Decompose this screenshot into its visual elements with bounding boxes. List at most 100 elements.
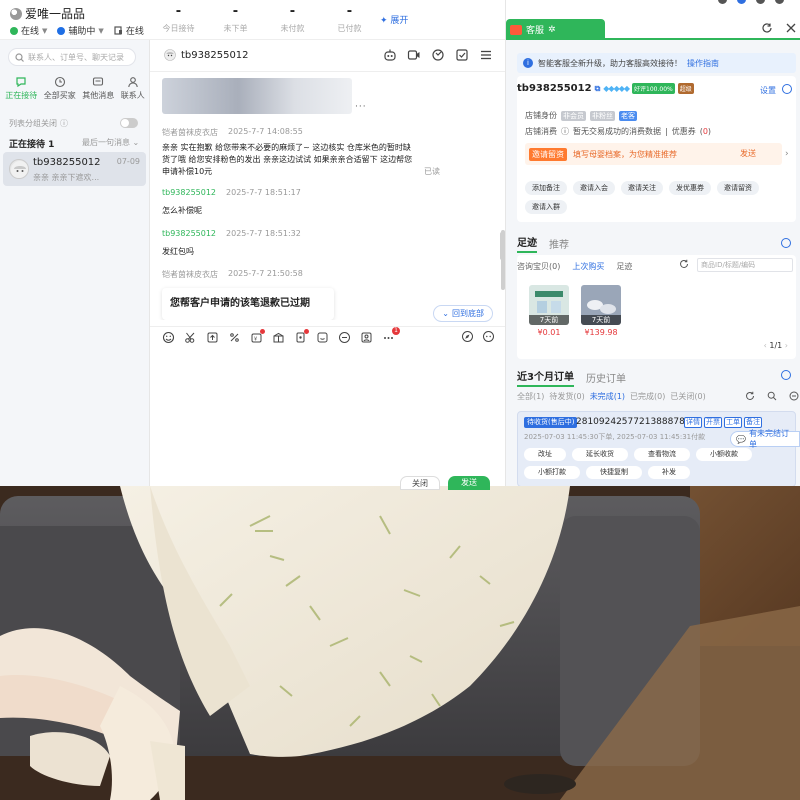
tab-all-buyers[interactable]: 全部买家 — [44, 76, 76, 101]
tab-history-orders[interactable]: 历史订单 — [586, 370, 626, 385]
tab-customer-service[interactable]: 客服 ✲ — [506, 19, 605, 40]
menu-icon[interactable] — [479, 48, 493, 62]
stat-unpaid[interactable]: - 未付款 — [264, 4, 321, 34]
filter-to-ship[interactable]: 待发货(0) — [549, 391, 584, 402]
scissors-icon[interactable] — [184, 331, 197, 344]
device-status[interactable]: 在线 — [114, 24, 144, 37]
filter-closed[interactable]: 已关闭(0) — [670, 391, 705, 402]
refresh-icon[interactable] — [761, 22, 773, 34]
video-icon[interactable] — [407, 48, 421, 62]
window-dot-icon[interactable] — [718, 0, 727, 4]
invite-send-button[interactable]: 发送 — [740, 148, 756, 159]
image-message[interactable] — [162, 78, 352, 114]
window-dot-icon[interactable] — [737, 0, 746, 4]
order-detail-chip[interactable]: 详情 — [684, 417, 702, 428]
upload-icon[interactable] — [206, 331, 219, 344]
tab-contacts[interactable]: 联系人 — [121, 76, 145, 101]
stat-label: 未下单 — [223, 24, 248, 33]
invite-member-button[interactable]: 邀请入会 — [573, 181, 615, 195]
extend-receipt-button[interactable]: 延长收货 — [572, 448, 628, 461]
unfinished-order-tip[interactable]: 💬 有未完结订单 — [730, 429, 800, 449]
product-item[interactable]: 7天前 ¥139.98 — [581, 285, 621, 337]
help-icon: ⓘ — [60, 119, 68, 128]
window-dot-icon[interactable] — [756, 0, 765, 4]
close-button[interactable]: 关闭 — [400, 476, 440, 490]
subtab-consult[interactable]: 咨询宝贝(0) — [517, 261, 560, 272]
collapse-icon[interactable] — [782, 84, 792, 94]
tab-footprint[interactable]: 足迹 — [517, 234, 537, 253]
copy-icon[interactable]: ⧉ — [595, 84, 601, 94]
order-note-chip[interactable]: 备注 — [744, 417, 762, 428]
filter-incomplete[interactable]: 未完成(1) — [590, 391, 625, 402]
refresh-icon[interactable] — [679, 259, 689, 269]
quick-reply-icon[interactable] — [338, 331, 351, 344]
checklist-icon[interactable] — [455, 48, 469, 62]
invite-info-button[interactable]: 邀请留资 — [717, 181, 759, 195]
panel-scrollbar[interactable] — [500, 232, 504, 260]
prev-page-icon[interactable]: ‹ — [764, 341, 767, 350]
back-to-bottom-button[interactable]: ⌄ 回到底部 — [433, 305, 493, 322]
window-dot-icon[interactable] — [775, 0, 784, 4]
filter-completed[interactable]: 已完成(0) — [630, 391, 665, 402]
tab-other-messages[interactable]: 其他消息 — [82, 76, 114, 101]
small-collect-button[interactable]: 小额收款 — [696, 448, 752, 461]
send-coupon-button[interactable]: 发优惠券 — [669, 181, 711, 195]
invite-group-button[interactable]: 邀请入群 — [525, 200, 567, 214]
quick-copy-button[interactable]: 快捷复制 — [586, 466, 642, 479]
order-invoice-chip[interactable]: 开票 — [704, 417, 722, 428]
stat-paid[interactable]: - 已付款 — [321, 4, 378, 34]
coupon-tool[interactable]: ¥ — [250, 329, 265, 344]
tab-receiving[interactable]: 正在接待 — [5, 76, 37, 101]
refresh-icon[interactable] — [745, 391, 755, 401]
more-options-icon[interactable]: ··· — [355, 102, 367, 112]
send-button[interactable]: 发送 — [448, 476, 490, 490]
discount-icon[interactable] — [228, 331, 241, 344]
product-item[interactable]: 7天前 ¥0.01 — [529, 285, 569, 337]
small-pay-button[interactable]: 小额打款 — [524, 466, 580, 479]
tab-recent-orders[interactable]: 近3个月订单 — [517, 368, 574, 387]
sort-selector[interactable]: 最后一句消息 ⌄ — [82, 137, 139, 148]
reship-button[interactable]: 补发 — [648, 466, 690, 479]
settings-link[interactable]: 设置 — [760, 85, 776, 96]
tab-recommend[interactable]: 推荐 — [549, 236, 569, 251]
invite-follow-button[interactable]: 邀请关注 — [621, 181, 663, 195]
subtab-last-purchase[interactable]: 上次购买 — [572, 261, 604, 272]
compass-icon[interactable] — [461, 330, 474, 343]
emoji-icon[interactable] — [162, 331, 175, 344]
collapse-icon[interactable] — [781, 238, 791, 248]
change-address-button[interactable]: 改址 — [524, 448, 566, 461]
assist-status-selector[interactable]: 辅助中 ▼ — [57, 24, 104, 37]
refund-expired-card[interactable]: 您帮客户申请的该笔退款已过期 — [162, 288, 334, 320]
redpacket-tool[interactable] — [294, 329, 309, 344]
close-icon[interactable] — [785, 22, 797, 34]
view-logistics-button[interactable]: 查看物流 — [634, 448, 690, 461]
chevron-right-icon[interactable]: › — [785, 149, 789, 159]
message-icon — [93, 77, 104, 86]
minus-circle-icon[interactable] — [789, 391, 799, 401]
guide-link[interactable]: 操作指南 — [687, 58, 719, 69]
group-toggle-switch[interactable] — [120, 118, 138, 128]
online-status-selector[interactable]: 在线 ▼ — [10, 24, 47, 37]
chat-title[interactable]: tb938255012 — [164, 49, 249, 61]
contact-search-input[interactable]: 联系人、订单号、聊天记录 — [8, 48, 136, 66]
stat-today-reception[interactable]: - 今日接待 — [150, 4, 207, 34]
add-note-button[interactable]: 添加备注 — [525, 181, 567, 195]
conversation-item[interactable]: tb938255012 07-09 亲亲 亲亲下遮欢... — [3, 152, 146, 186]
search-icon[interactable] — [767, 391, 777, 401]
collapse-icon[interactable] — [781, 370, 791, 380]
contact-card-icon[interactable] — [360, 331, 373, 344]
robot-icon[interactable] — [383, 48, 397, 62]
filter-all[interactable]: 全部(1) — [517, 391, 544, 402]
transfer-icon[interactable] — [431, 48, 445, 62]
product-search-input[interactable]: 商品ID/标题/编码 — [697, 258, 793, 272]
more-tools[interactable]: 1 — [382, 327, 400, 344]
next-page-icon[interactable]: › — [785, 341, 788, 350]
gift-icon[interactable] — [272, 331, 285, 344]
order-ticket-chip[interactable]: 工单 — [724, 417, 742, 428]
smile-card-icon[interactable] — [316, 331, 329, 344]
invite-info-banner[interactable]: 邀请留资 填写母婴档案，为您精准推荐 发送 — [525, 143, 782, 165]
expand-stats-button[interactable]: ✦ 展开 — [380, 13, 408, 26]
subtab-footprint[interactable]: 足迹 — [616, 261, 632, 272]
stat-no-order[interactable]: - 未下单 — [207, 4, 264, 34]
ai-assist-icon[interactable] — [482, 330, 495, 343]
